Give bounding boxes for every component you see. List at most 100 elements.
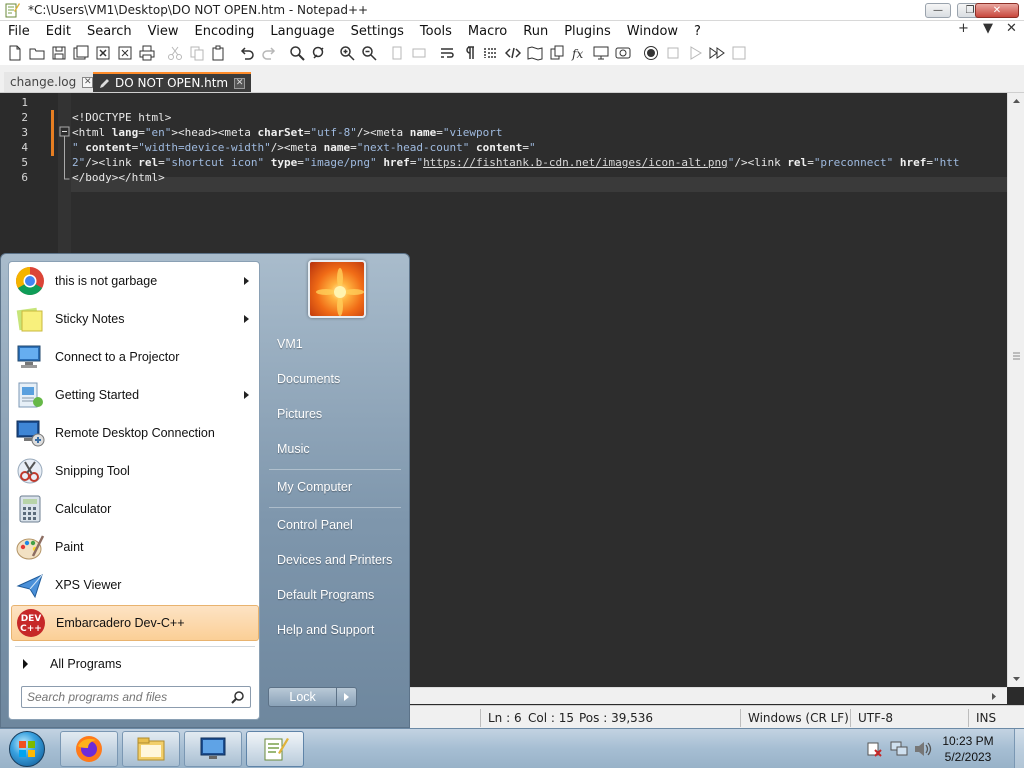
menu-language[interactable]: Language bbox=[262, 24, 342, 39]
sync-vertical-icon[interactable] bbox=[386, 43, 408, 63]
xml-tag-icon[interactable] bbox=[502, 43, 524, 63]
program-item-snipping-tool[interactable]: Snipping Tool bbox=[11, 453, 259, 489]
status-insert-mode[interactable]: INS bbox=[976, 711, 996, 725]
flower-picture-icon bbox=[316, 268, 364, 316]
menu-edit[interactable]: Edit bbox=[38, 24, 79, 39]
taskbar-notepadpp-button[interactable] bbox=[246, 731, 304, 767]
power-options-arrow[interactable] bbox=[336, 688, 356, 706]
menu-view[interactable]: View bbox=[140, 24, 187, 39]
start-button[interactable] bbox=[4, 730, 50, 768]
search-input[interactable] bbox=[27, 690, 223, 704]
folder-as-workspace-icon[interactable] bbox=[590, 43, 612, 63]
menu-help[interactable]: ? bbox=[686, 24, 709, 39]
program-item-paint[interactable]: Paint bbox=[11, 529, 259, 565]
zoom-out-icon[interactable] bbox=[358, 43, 380, 63]
status-eol[interactable]: Windows (CR LF) bbox=[748, 711, 849, 725]
program-item-calculator[interactable]: Calculator bbox=[11, 491, 259, 527]
program-item-this-is-not-garbage[interactable]: this is not garbage bbox=[11, 263, 259, 299]
taskbar-explorer-button[interactable] bbox=[122, 731, 180, 767]
close-window-button[interactable]: ✕ bbox=[975, 3, 1019, 18]
program-item-sticky-notes[interactable]: Sticky Notes bbox=[11, 301, 259, 337]
menu-encoding[interactable]: Encoding bbox=[186, 24, 262, 39]
program-item-remote-desktop[interactable]: Remote Desktop Connection bbox=[11, 415, 259, 451]
horizontal-scrollbar[interactable] bbox=[410, 687, 1007, 704]
new-tab-button[interactable]: + bbox=[958, 21, 969, 36]
word-wrap-icon[interactable] bbox=[436, 43, 458, 63]
action-center-icon[interactable] bbox=[866, 741, 882, 757]
menu-search[interactable]: Search bbox=[79, 24, 140, 39]
all-programs-button[interactable]: All Programs bbox=[11, 651, 259, 677]
monitoring-icon[interactable] bbox=[612, 43, 634, 63]
paste-icon[interactable] bbox=[208, 43, 230, 63]
network-icon[interactable] bbox=[890, 741, 908, 757]
menu-window[interactable]: Window bbox=[619, 24, 686, 39]
menu-macro[interactable]: Macro bbox=[460, 24, 515, 39]
submenu-arrow-icon[interactable] bbox=[244, 315, 249, 323]
show-all-characters-icon[interactable] bbox=[458, 43, 480, 63]
save-all-icon[interactable] bbox=[70, 43, 92, 63]
new-file-icon[interactable] bbox=[4, 43, 26, 63]
taskbar-clock[interactable]: 10:23 PM 5/2/2023 bbox=[922, 733, 1014, 765]
print-icon[interactable] bbox=[136, 43, 158, 63]
close-tab-button[interactable]: ✕ bbox=[1006, 21, 1017, 36]
menu-plugins[interactable]: Plugins bbox=[556, 24, 619, 39]
menu-run[interactable]: Run bbox=[515, 24, 556, 39]
sync-horizontal-icon[interactable] bbox=[408, 43, 430, 63]
close-icon[interactable]: ✕ bbox=[82, 76, 94, 88]
start-link-music[interactable]: Music bbox=[277, 442, 310, 456]
program-item-embarcadero-devcpp[interactable]: DEV C++ Embarcadero Dev-C++ bbox=[11, 605, 259, 641]
menu-tools[interactable]: Tools bbox=[412, 24, 460, 39]
macro-stop-icon[interactable] bbox=[662, 43, 684, 63]
macro-run-multiple-icon[interactable] bbox=[706, 43, 728, 63]
find-icon[interactable] bbox=[286, 43, 308, 63]
program-item-connect-to-projector[interactable]: Connect to a Projector bbox=[11, 339, 259, 375]
redo-icon[interactable] bbox=[258, 43, 280, 63]
start-link-my-computer[interactable]: My Computer bbox=[277, 480, 352, 494]
user-avatar[interactable] bbox=[308, 260, 366, 318]
replace-icon[interactable] bbox=[308, 43, 330, 63]
start-link-control-panel[interactable]: Control Panel bbox=[277, 518, 353, 532]
menu-file[interactable]: File bbox=[0, 24, 38, 39]
menu-settings[interactable]: Settings bbox=[343, 24, 412, 39]
function-list-icon[interactable]: fx bbox=[568, 43, 590, 63]
cut-icon[interactable] bbox=[164, 43, 186, 63]
code-link[interactable]: https://fishtank.b-cdn.net/images/icon-a… bbox=[423, 156, 728, 169]
fold-toggle-icon[interactable] bbox=[58, 93, 71, 193]
document-list-icon[interactable] bbox=[546, 43, 568, 63]
macro-record-icon[interactable] bbox=[640, 43, 662, 63]
macro-play-icon[interactable] bbox=[684, 43, 706, 63]
taskbar-remote-desktop-button[interactable] bbox=[184, 731, 242, 767]
program-item-getting-started[interactable]: Getting Started bbox=[11, 377, 259, 413]
open-file-icon[interactable] bbox=[26, 43, 48, 63]
macro-save-icon[interactable] bbox=[728, 43, 750, 63]
program-item-xps-viewer[interactable]: XPS Viewer bbox=[11, 567, 259, 603]
tab-list-button[interactable]: ▼ bbox=[983, 21, 993, 36]
start-link-user[interactable]: VM1 bbox=[277, 337, 303, 351]
close-all-icon[interactable] bbox=[114, 43, 136, 63]
close-file-icon[interactable] bbox=[92, 43, 114, 63]
start-link-default-programs[interactable]: Default Programs bbox=[277, 588, 374, 602]
show-desktop-button[interactable] bbox=[1014, 729, 1024, 768]
status-encoding[interactable]: UTF-8 bbox=[858, 711, 893, 725]
vertical-scrollbar[interactable] bbox=[1007, 93, 1024, 687]
taskbar-firefox-button[interactable] bbox=[60, 731, 118, 767]
tab-do-not-open[interactable]: DO NOT OPEN.htm ✕ bbox=[93, 72, 252, 92]
indent-guide-icon[interactable] bbox=[480, 43, 502, 63]
tab-change-log[interactable]: change.log ✕ bbox=[4, 72, 100, 92]
submenu-arrow-icon[interactable] bbox=[244, 277, 249, 285]
search-box[interactable] bbox=[21, 686, 251, 708]
start-link-documents[interactable]: Documents bbox=[277, 372, 340, 386]
start-link-pictures[interactable]: Pictures bbox=[277, 407, 322, 421]
save-icon[interactable] bbox=[48, 43, 70, 63]
copy-icon[interactable] bbox=[186, 43, 208, 63]
search-icon[interactable] bbox=[231, 690, 245, 704]
minimize-button[interactable]: — bbox=[925, 3, 951, 18]
document-map-icon[interactable] bbox=[524, 43, 546, 63]
zoom-in-icon[interactable] bbox=[336, 43, 358, 63]
undo-icon[interactable] bbox=[236, 43, 258, 63]
close-icon[interactable]: ✕ bbox=[234, 77, 246, 89]
start-link-help-support[interactable]: Help and Support bbox=[277, 623, 374, 637]
start-link-devices-printers[interactable]: Devices and Printers bbox=[277, 553, 392, 567]
lock-button[interactable]: Lock bbox=[269, 688, 336, 706]
submenu-arrow-icon[interactable] bbox=[244, 391, 249, 399]
